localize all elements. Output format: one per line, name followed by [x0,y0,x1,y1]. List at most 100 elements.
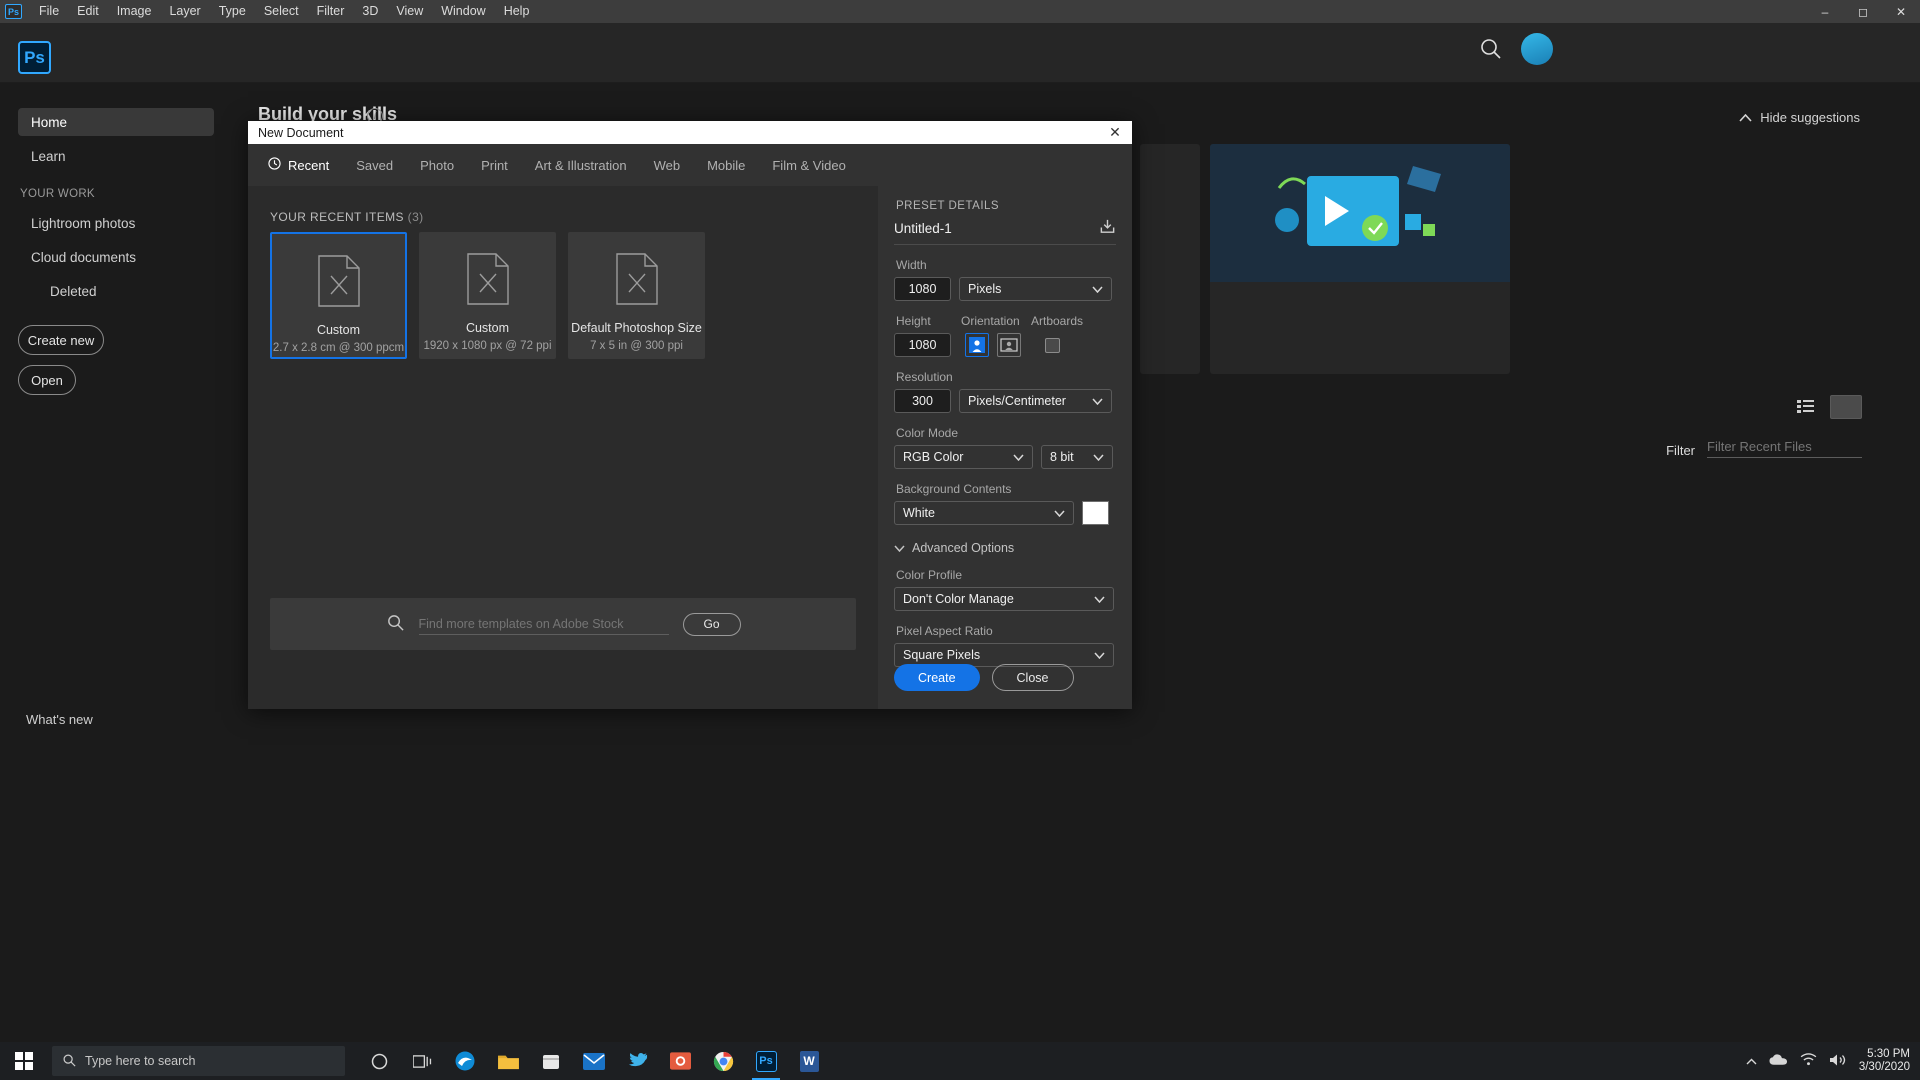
recent-item-name: Default Photoshop Size [571,321,702,335]
advanced-options-toggle[interactable]: Advanced Options [894,541,1116,555]
open-button[interactable]: Open [18,365,76,395]
sidebar-item-label: Home [31,114,68,130]
document-name-input[interactable] [894,220,1099,236]
document-name-row [894,218,1116,245]
resolution-input[interactable] [894,389,951,413]
menu-edit[interactable]: Edit [68,0,108,23]
avatar[interactable] [1521,33,1553,65]
width-unit-select[interactable]: Pixels [959,277,1112,301]
recent-item-name: Custom [316,323,361,337]
tab-saved[interactable]: Saved [354,154,395,177]
grid-view-icon[interactable] [1830,395,1862,419]
whats-new-link[interactable]: What's new [26,712,93,727]
search-icon [386,613,405,635]
document-template-icon [615,252,659,309]
tab-film-video[interactable]: Film & Video [770,154,847,177]
sidebar-item-label: Learn [31,148,66,164]
word-icon[interactable]: W [789,1042,829,1080]
tab-web[interactable]: Web [652,154,683,177]
background-contents-select[interactable]: White [894,501,1074,525]
sidebar-item-label: Cloud documents [31,249,137,265]
recent-item-tile[interactable]: Custom 2.7 x 2.8 cm @ 300 ppcm [270,232,407,359]
artboards-checkbox[interactable] [1045,337,1060,353]
tab-photo[interactable]: Photo [418,154,456,177]
preset-details-panel: PRESET DETAILS Width Pixels [878,186,1132,709]
menu-3d[interactable]: 3D [353,0,387,23]
photoshop-icon[interactable]: Ps [746,1042,786,1080]
photos-icon[interactable] [660,1042,700,1080]
clock-date: 3/30/2020 [1858,1061,1910,1073]
tab-recent[interactable]: Recent [266,153,331,177]
mail-icon[interactable] [574,1042,614,1080]
create-button[interactable]: Create [894,664,980,691]
edge-icon[interactable] [445,1042,485,1080]
sidebar-item-label: Deleted [50,283,97,299]
save-preset-icon[interactable] [1099,218,1116,238]
suggestion-card-partial[interactable] [1140,144,1200,374]
advanced-options-label: Advanced Options [912,541,1015,555]
menu-type[interactable]: Type [210,0,255,23]
chevron-down-icon [1094,648,1105,662]
minimize-icon[interactable]: – [1806,0,1844,23]
background-color-swatch[interactable] [1082,501,1109,525]
tab-art-illustration[interactable]: Art & Illustration [533,154,629,177]
menu-filter[interactable]: Filter [308,0,354,23]
menu-view[interactable]: View [387,0,432,23]
search-icon[interactable] [1478,36,1504,62]
menu-help[interactable]: Help [495,0,539,23]
width-input[interactable] [894,277,951,301]
create-new-button[interactable]: Create new [18,325,104,355]
resolution-unit-select[interactable]: Pixels/Centimeter [959,389,1112,413]
artboards-label: Artboards [1031,314,1084,328]
height-input[interactable] [894,333,951,357]
cortana-icon[interactable] [359,1042,399,1080]
promo-card[interactable]: Grow your expertise Go to Learn [1210,144,1510,374]
network-icon[interactable] [1800,1053,1817,1069]
clock-time: 5:30 PM [1867,1048,1910,1060]
portrait-orientation-icon[interactable] [965,333,989,357]
menu-window[interactable]: Window [432,0,494,23]
resolution-label: Resolution [896,370,953,384]
stock-go-button[interactable]: Go [682,612,741,636]
menu-select[interactable]: Select [255,0,308,23]
hide-suggestions-button[interactable]: Hide suggestions [1739,110,1860,125]
sidebar-item-home[interactable]: Home [18,108,214,136]
recent-item-tile[interactable]: Default Photoshop Size 7 x 5 in @ 300 pp… [568,232,705,359]
bit-depth-select[interactable]: 8 bit [1041,445,1113,469]
twitter-icon[interactable] [617,1042,657,1080]
sidebar-item-cloud-documents[interactable]: Cloud documents [18,243,214,271]
taskbar-clock[interactable]: 5:30 PM 3/30/2020 [1859,1048,1910,1074]
sidebar-item-learn[interactable]: Learn [18,142,214,170]
menu-file[interactable]: File [30,0,68,23]
close-icon[interactable]: ✕ [1882,0,1920,23]
file-explorer-icon[interactable] [488,1042,528,1080]
sidebar-item-deleted[interactable]: Deleted [18,277,214,305]
landscape-orientation-icon[interactable] [997,333,1021,357]
maximize-icon[interactable]: ◻ [1844,0,1882,23]
chrome-icon[interactable] [703,1042,743,1080]
task-view-icon[interactable] [402,1042,442,1080]
menu-image[interactable]: Image [108,0,161,23]
onedrive-icon[interactable] [1769,1053,1788,1069]
background-contents-label: Background Contents [896,482,1012,496]
tab-mobile[interactable]: Mobile [705,154,747,177]
chevron-down-icon [1092,282,1103,296]
store-icon[interactable] [531,1042,571,1080]
tab-print[interactable]: Print [479,154,510,177]
list-view-icon[interactable] [1794,395,1816,417]
show-hidden-icons[interactable] [1746,1054,1757,1069]
filter-input[interactable] [1707,437,1862,458]
color-profile-select[interactable]: Don't Color Manage [894,587,1114,611]
menu-layer[interactable]: Layer [160,0,209,23]
windows-start-icon[interactable] [0,1042,48,1080]
taskbar-search[interactable]: Type here to search [52,1046,345,1076]
color-profile-label: Color Profile [896,568,963,582]
width-unit-value: Pixels [968,282,1002,296]
recent-item-tile[interactable]: Custom 1920 x 1080 px @ 72 ppi [419,232,556,359]
close-button[interactable]: Close [991,664,1074,691]
volume-icon[interactable] [1829,1053,1847,1070]
stock-search-input[interactable] [418,613,669,635]
dialog-close-icon[interactable]: ✕ [1098,121,1132,144]
color-mode-select[interactable]: RGB Color [894,445,1033,469]
sidebar-item-lightroom-photos[interactable]: Lightroom photos [18,209,214,237]
